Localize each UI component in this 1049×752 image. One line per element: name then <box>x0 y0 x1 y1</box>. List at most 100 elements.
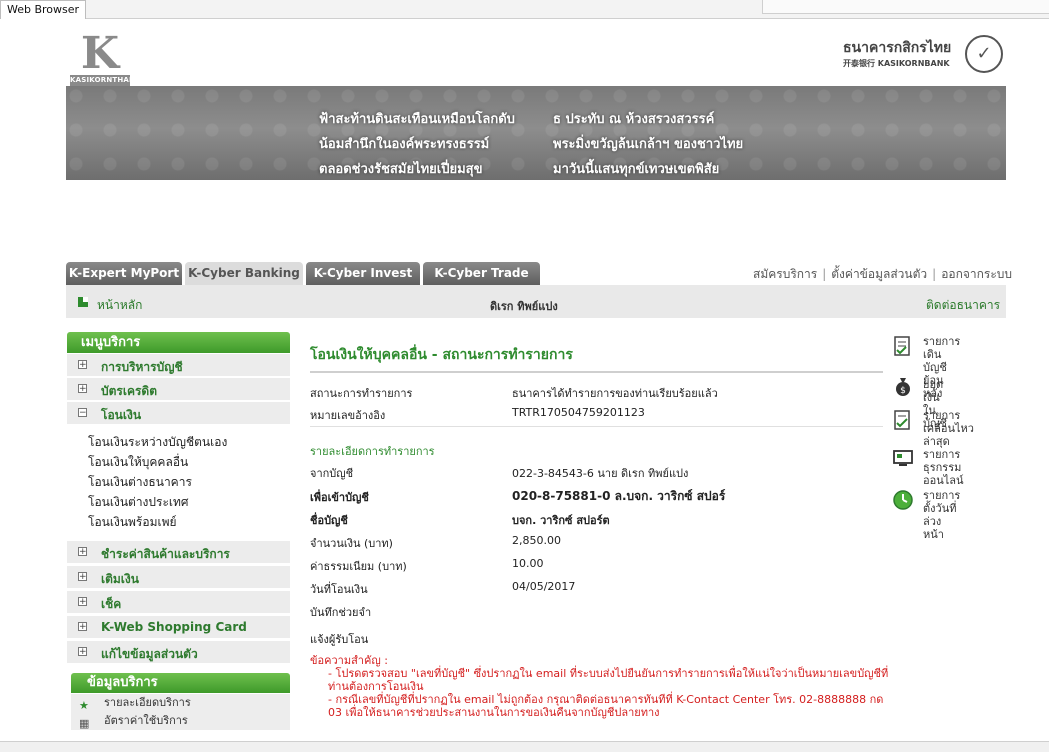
bank-emblem-icon: ✓ <box>965 35 1003 73</box>
top-links: สมัครบริการ | ตั้งค่าข้อมูลส่วนตัว | ออกจากร… <box>753 265 1012 284</box>
clock-icon <box>893 490 913 510</box>
poem-line: ตลอดช่วงรัชสมัยไทยเปี่ยมสุข <box>319 162 483 177</box>
submenu-promptpay-transfer[interactable]: โอนเงินพร้อมเพย์ <box>88 513 177 532</box>
banner-poem-left: ฟ้าสะท้านดินสะเทือนเหมือนโลกดับ น้อมสำนึ… <box>319 107 515 180</box>
link-line: รายการเดิน <box>923 335 961 361</box>
menu-transfer[interactable]: − โอนเงิน <box>67 402 290 425</box>
logo-letter: K <box>80 28 120 79</box>
menu-label: เช็ค <box>101 597 122 611</box>
bank-name-thai: ธนาคารกสิกรไทย <box>843 40 952 56</box>
to-account-value: 020-8-75881-0 ล.บจก. วาริกซ์ สปอร์ <box>512 489 726 503</box>
menu-label: เติมเงิน <box>101 572 139 586</box>
fee-label: ค่าธรรมเนียม (บาท) <box>310 560 407 573</box>
menu-cheque[interactable]: + เช็ค <box>67 591 290 614</box>
expand-icon: + <box>78 572 87 582</box>
browser-tab[interactable]: Web Browser <box>0 0 87 19</box>
home-link[interactable]: หน้าหลัก <box>97 296 142 315</box>
transfer-date-label: วันที่โอนเงิน <box>310 583 368 596</box>
expand-icon: + <box>78 622 87 632</box>
link-separator: | <box>822 267 827 281</box>
poem-line: ฟ้าสะท้านดินสะเทือนเหมือนโลกดับ <box>319 112 515 127</box>
transfer-date-value: 04/05/2017 <box>512 580 576 593</box>
notice-line-1: - โปรดตรวจสอบ "เลขที่บัญชี" ซึ่งปรากฏใน … <box>328 667 889 693</box>
user-name: ดิเรก ทิพย์แปง <box>490 300 558 313</box>
important-notice: ข้อความสำคัญ : - โปรดตรวจสอบ "เลขที่บัญช… <box>310 654 890 719</box>
money-bag-icon: $ <box>896 378 910 396</box>
menu-label: บัตรเครดิต <box>101 384 158 398</box>
account-name-value: บจก. วาริกซ์ สปอร์ต <box>512 514 610 527</box>
bank-name-english: 开泰银行 KASIKORNBANK <box>843 59 950 68</box>
menu-label: แก้ไขข้อมูลส่วนตัว <box>101 647 198 661</box>
menu-bill-payment[interactable]: + ชำระค่าสินค้าและบริการ <box>67 541 290 564</box>
link-line: เคลื่อนไหวล่าสุด <box>923 422 974 448</box>
poem-line: พระมิ่งขวัญล้นเกล้าฯ ของชาวไทย <box>553 137 744 152</box>
link-label: รายการตั้งวันที่ ล่วงหน้า <box>923 489 960 541</box>
mourning-banner: ฟ้าสะท้านดินสะเทือนเหมือนโลกดับ น้อมสำนึ… <box>66 86 1006 180</box>
expand-icon: + <box>78 547 87 557</box>
personal-settings-link[interactable]: ตั้งค่าข้อมูลส่วนตัว <box>831 267 927 281</box>
memo-label: บันทึกช่วยจำ <box>310 606 372 619</box>
menu-label: โอนเงิน <box>101 408 142 422</box>
reference-label: หมายเลขอ้างอิง <box>310 409 386 422</box>
section-divider <box>310 426 883 427</box>
page-title: โอนเงินให้บุคคลอื่น - สถานะการทำรายการ <box>310 347 573 363</box>
home-icon[interactable] <box>78 297 88 307</box>
to-account-label: เพื่อเข้าบัญชี <box>310 491 369 504</box>
menu-label: ชำระค่าสินค้าและบริการ <box>101 547 230 561</box>
submenu-international-transfer[interactable]: โอนเงินต่างประเทศ <box>88 493 189 512</box>
from-account-value: 022-3-84543-6 นาย ดิเรก ทิพย์แปง <box>512 467 689 480</box>
link-separator: | <box>932 267 937 281</box>
reference-value: TRTR170504759201123 <box>512 406 645 419</box>
link-label: รายการ ธุรกรรมออนไลน์ <box>923 448 964 487</box>
banner-poem-right: ธ ประทับ ณ ห้วงสรวงสวรรค์ พระมิ่งขวัญล้น… <box>553 107 743 180</box>
link-label: รายการ เคลื่อนไหวล่าสุด <box>923 409 974 448</box>
register-link[interactable]: สมัครบริการ <box>753 267 817 281</box>
recent-check-icon <box>894 410 910 430</box>
poem-line: น้อมสำนึกในองค์พระทรงธรรม์ <box>319 137 490 152</box>
logo-text: KASIKORNTHAI <box>70 75 132 86</box>
kasikornthai-logo[interactable]: K KASIKORNTHAI <box>70 28 132 87</box>
submenu-interbank-transfer[interactable]: โอนเงินต่างธนาคาร <box>88 473 192 492</box>
tab-k-expert-myport[interactable]: K-Expert MyPort <box>66 262 182 285</box>
logout-link[interactable]: ออกจากระบบ <box>941 267 1012 281</box>
link-line: รายการ <box>923 448 961 461</box>
expand-icon: + <box>78 597 87 607</box>
link-line: ธุรกรรมออนไลน์ <box>923 461 964 487</box>
tab-k-cyber-trade[interactable]: K-Cyber Trade <box>423 262 540 285</box>
notice-line-2: - กรณีเลขที่บัญชีที่ปรากฏใน email ไม่ถูก… <box>328 693 884 719</box>
link-line: ล่วงหน้า <box>923 515 944 541</box>
notice-title: ข้อความสำคัญ : <box>310 654 388 667</box>
menu-top-up[interactable]: + เติมเงิน <box>67 566 290 589</box>
browser-toolbar-area <box>762 0 1049 14</box>
menu-account-management[interactable]: + การบริหารบัญชี <box>67 354 290 377</box>
menu-title: เมนูบริการ <box>67 332 290 353</box>
fee-value: 10.00 <box>512 557 544 570</box>
menu-k-web-shopping-card[interactable]: + K-Web Shopping Card <box>67 616 290 639</box>
service-fees-link[interactable]: ▦ อัตราค่าใช้บริการ <box>71 712 290 730</box>
expand-icon: + <box>78 384 87 394</box>
statement-icon <box>894 336 910 356</box>
expand-icon: + <box>78 647 87 657</box>
menu-edit-profile[interactable]: + แก้ไขข้อมูลส่วนตัว <box>67 641 290 664</box>
service-details-link[interactable]: ★ รายละเอียดบริการ <box>71 694 290 712</box>
menu-label: การบริหารบัญชี <box>101 360 183 374</box>
tab-k-cyber-invest[interactable]: K-Cyber Invest <box>306 262 420 285</box>
browser-statusbar <box>0 741 1049 752</box>
transaction-detail-title: รายละเอียดการทำรายการ <box>310 445 435 458</box>
menu-credit-card[interactable]: + บัตรเครดิต <box>67 378 290 401</box>
svg-text:$: $ <box>900 386 906 396</box>
from-account-label: จากบัญชี <box>310 467 354 480</box>
service-item-label: รายละเอียดบริการ <box>104 696 191 709</box>
monitor-icon <box>893 450 913 466</box>
tab-k-cyber-banking[interactable]: K-Cyber Banking <box>185 262 303 285</box>
submenu-own-account-transfer[interactable]: โอนเงินระหว่างบัญชีตนเอง <box>88 433 227 452</box>
submenu-third-party-transfer[interactable]: โอนเงินให้บุคคลอื่น <box>88 453 188 472</box>
title-divider <box>310 371 883 373</box>
poem-line: มาวันนี้แสนทุกข์เทวษเขตพิสัย <box>553 162 720 177</box>
banner-pattern <box>66 86 1006 180</box>
menu-label: K-Web Shopping Card <box>101 620 247 634</box>
contact-bank-link[interactable]: ติดต่อธนาคาร <box>926 296 1000 315</box>
amount-value: 2,850.00 <box>512 534 561 547</box>
service-item-label: อัตราค่าใช้บริการ <box>104 714 188 727</box>
calculator-icon: ▦ <box>79 717 90 730</box>
